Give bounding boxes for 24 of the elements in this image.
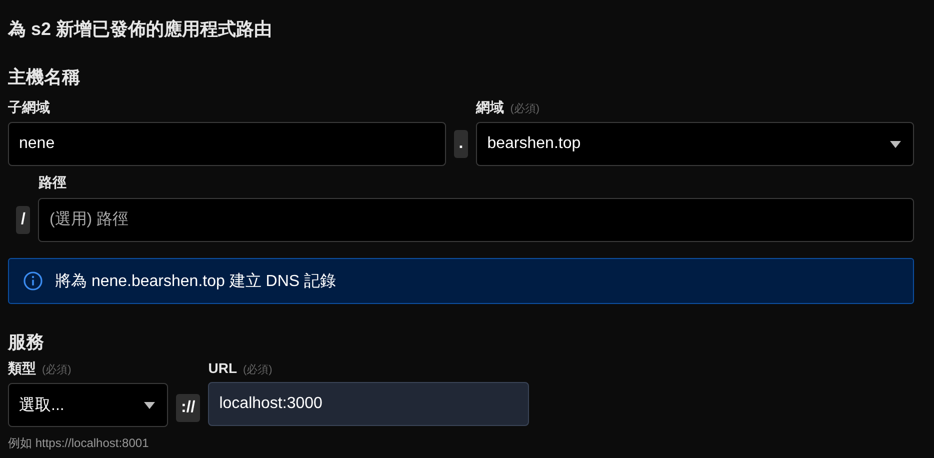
subdomain-field[interactable]: nene — [8, 122, 446, 166]
info-icon — [23, 271, 43, 291]
hint-text: 例如 https://localhost:8001 — [8, 435, 150, 452]
dialog-title: 為 s2 新增已發佈的應用程式路由 — [8, 18, 274, 41]
field-label: 網域 — [476, 99, 504, 117]
field-label: 子網域 — [8, 99, 50, 117]
path-field[interactable]: (選用) 路徑 — [38, 198, 914, 242]
field-label: 路徑 — [38, 174, 68, 192]
separator-tag: :// — [176, 394, 200, 422]
url-field[interactable]: localhost:3000 — [208, 382, 530, 426]
type-select[interactable]: 選取... — [8, 383, 168, 427]
dropdown-caret-icon — [144, 402, 155, 408]
separator-tag: / — [16, 206, 30, 234]
section-heading: 服務 — [8, 331, 45, 354]
info-message: 將為 nene.bearshen.top 建立 DNS 記錄 — [55, 272, 336, 292]
required-tag: (必須) — [42, 362, 72, 377]
field-label: 類型 — [8, 360, 36, 378]
dropdown-caret-icon — [890, 140, 902, 148]
field-label: URL — [208, 360, 237, 376]
separator-tag: . — [454, 130, 468, 158]
required-tag: (必須) — [510, 101, 540, 116]
section-heading: 主機名稱 — [8, 66, 81, 89]
required-tag: (必須) — [243, 362, 272, 377]
domain-select[interactable]: bearshen.top — [476, 122, 914, 166]
